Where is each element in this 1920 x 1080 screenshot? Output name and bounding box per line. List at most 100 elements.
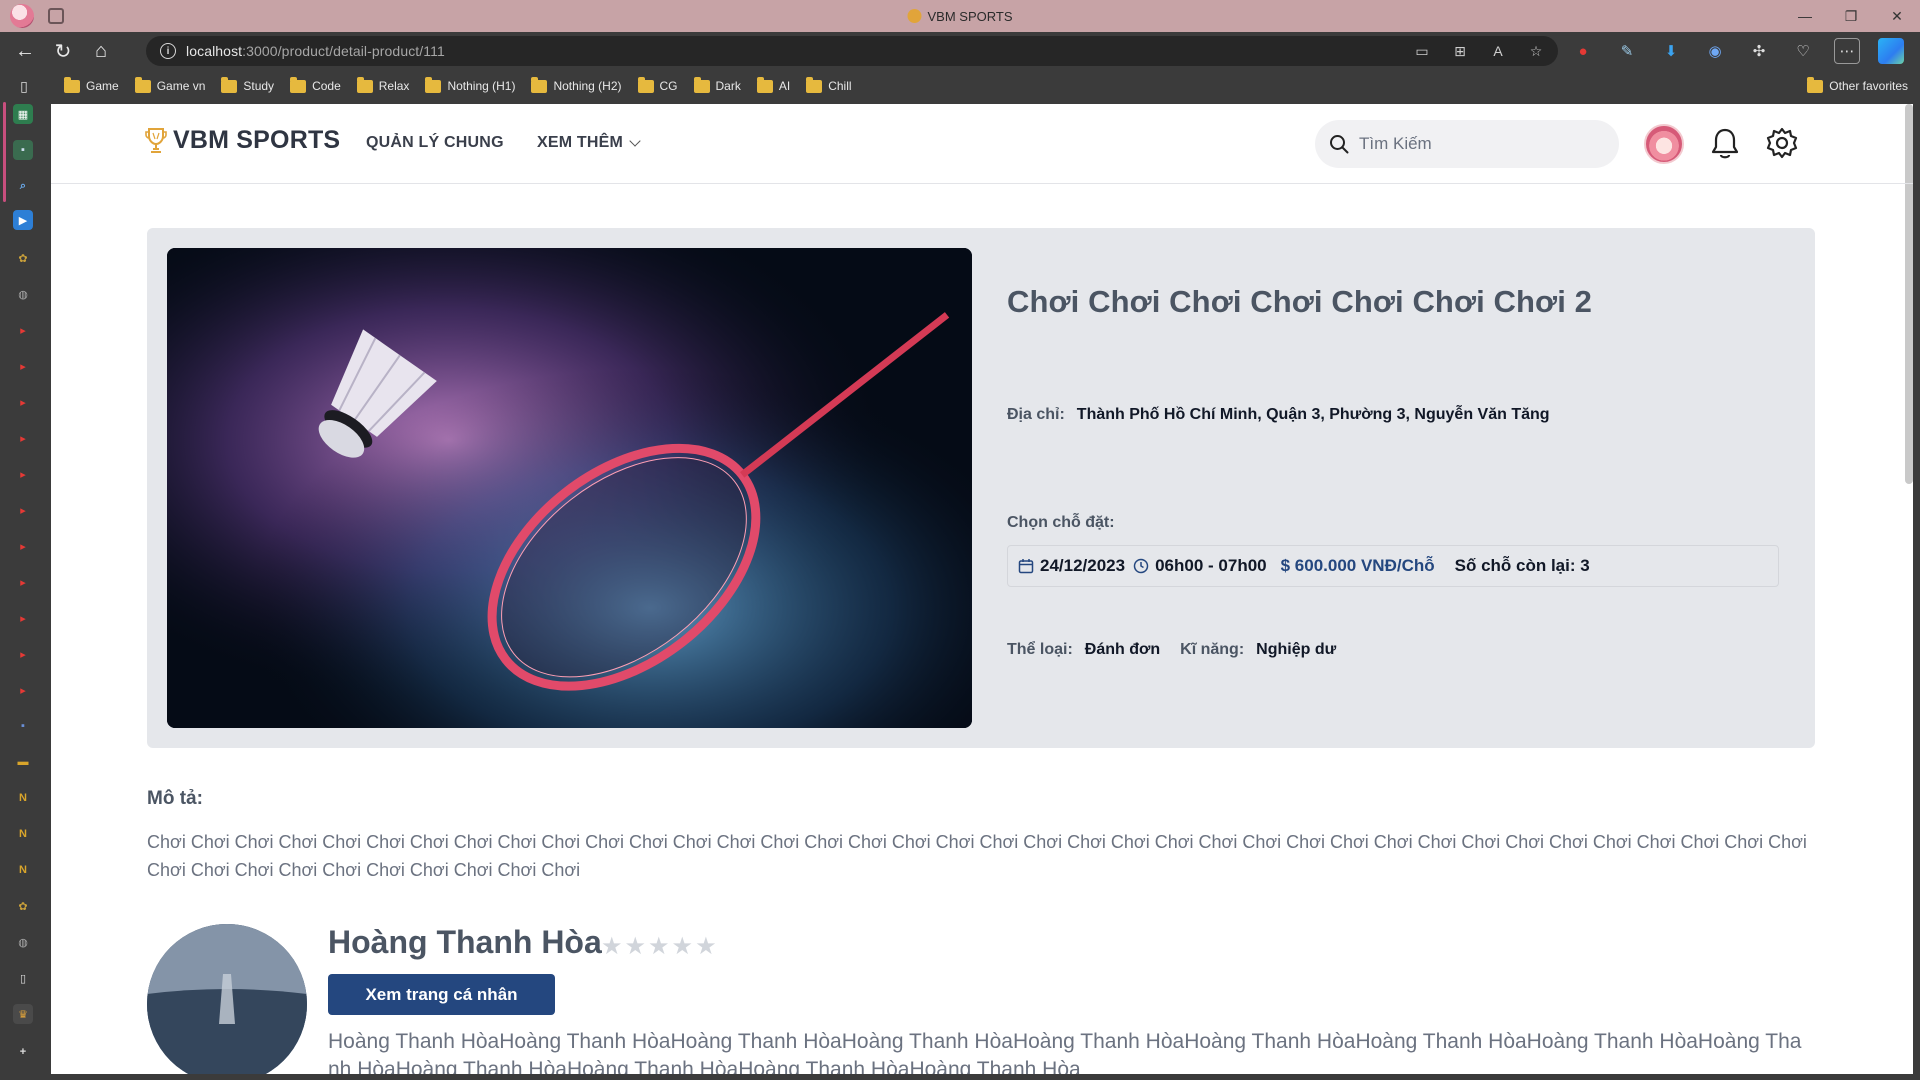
sidebar-app-icon[interactable]: ▪: [13, 140, 33, 160]
extension-red-icon[interactable]: ●: [1570, 38, 1596, 64]
app-available-icon[interactable]: ⊞: [1452, 43, 1468, 59]
extension-pen-icon[interactable]: ✎: [1614, 38, 1640, 64]
sidebar-app-icon[interactable]: N: [13, 824, 33, 844]
refresh-icon[interactable]: ↻: [44, 32, 82, 70]
sidebar-app-icon[interactable]: N: [13, 788, 33, 808]
extension-blue-icon[interactable]: ◉: [1702, 38, 1728, 64]
description-label: Mô tả:: [147, 788, 203, 809]
youtube-icon[interactable]: ▸: [13, 428, 33, 448]
trophy-app-icon[interactable]: ♛: [13, 1004, 33, 1024]
category-skill-row: Thể loại: Đánh đơn Kĩ năng: Nghiệp dư: [1007, 641, 1336, 659]
chrome-app-icon[interactable]: ◍: [13, 932, 33, 952]
trophy-icon: [145, 127, 167, 153]
sidebar-accent: [3, 102, 6, 202]
url-text[interactable]: localhost:3000/product/detail-product/11…: [186, 43, 445, 59]
skill-value: Nghiệp dư: [1256, 641, 1337, 658]
folder-icon: [221, 76, 238, 93]
sidebar-app-icon[interactable]: ▪: [13, 716, 33, 736]
web-page: VBM SPORTS QUẢN LÝ CHUNG XEM THÊM Tìm Ki…: [51, 104, 1913, 1074]
nav-general-management[interactable]: QUẢN LÝ CHUNG: [366, 134, 504, 152]
folder-icon: [693, 76, 710, 93]
youtube-icon[interactable]: ▸: [13, 608, 33, 628]
owner-bio: Hoàng Thanh HòaHoàng Thanh HòaHoàng Than…: [328, 1030, 1802, 1074]
bookmark-label: Nothing (H2): [553, 79, 622, 93]
tab-actions-icon[interactable]: [48, 8, 64, 24]
address-label: Địa chỉ:: [1007, 406, 1065, 423]
brand-name: VBM SPORTS: [173, 126, 341, 154]
site-logo[interactable]: VBM SPORTS: [145, 126, 340, 155]
slot-option[interactable]: 24/12/2023 06h00 - 07h00 $ 600.000 VNĐ/C…: [1007, 545, 1779, 587]
bookmark-label: AI: [778, 79, 791, 93]
settings-more-icon[interactable]: ⋯: [1834, 38, 1860, 64]
youtube-icon[interactable]: ▸: [13, 356, 33, 376]
bookmark-folder[interactable]: Chill: [806, 76, 852, 93]
sheets-app-icon[interactable]: ▦: [13, 104, 33, 124]
youtube-icon[interactable]: ▸: [13, 392, 33, 412]
sidebar-app-icon[interactable]: N: [13, 860, 33, 880]
youtube-icon[interactable]: ▸: [13, 536, 33, 556]
bookmark-folder[interactable]: Relax: [356, 76, 409, 93]
bookmark-folder[interactable]: Code: [290, 76, 341, 93]
browser-sidebar: ▦ ▪ ⌕ ▶ ✿ ◍ ▸ ▸ ▸ ▸ ▸ ▸ ▸ ▸ ▸ ▸ ▸ ▪ ▬ N …: [0, 102, 48, 1080]
folder-icon: [290, 76, 307, 93]
nav-more-label: XEM THÊM: [537, 134, 624, 151]
other-favorites[interactable]: Other favorites: [1807, 70, 1908, 102]
view-profile-button[interactable]: Xem trang cá nhân: [328, 974, 555, 1015]
bookmark-folder[interactable]: Study: [221, 76, 275, 93]
extensions-icon[interactable]: ✣: [1746, 38, 1772, 64]
favorite-star-icon[interactable]: ☆: [1528, 43, 1544, 59]
close-icon[interactable]: ✕: [1874, 0, 1920, 32]
owner-avatar-image: [147, 924, 307, 1074]
immersive-reader-icon[interactable]: ▭: [1414, 43, 1430, 59]
sidebar-app-icon[interactable]: ▬: [13, 752, 33, 772]
folder-icon: [64, 76, 80, 93]
sidebar-app-icon[interactable]: ✿: [13, 248, 33, 268]
profile-avatar-icon[interactable]: [10, 4, 34, 28]
window-titlebar: VBM SPORTS — ❐ ✕: [0, 0, 1920, 32]
bell-icon[interactable]: [1708, 126, 1742, 162]
search-box[interactable]: [1315, 120, 1619, 168]
owner-rating-stars: ★★★★★: [601, 933, 719, 960]
bookmark-label: CG: [659, 79, 678, 93]
read-aloud-icon[interactable]: A: [1490, 43, 1506, 59]
youtube-icon[interactable]: ▸: [13, 680, 33, 700]
site-info-icon[interactable]: i: [160, 43, 176, 59]
copilot-icon[interactable]: [1878, 38, 1904, 64]
download-icon[interactable]: ⬇: [1658, 38, 1684, 64]
browser-essentials-icon[interactable]: ♡: [1790, 38, 1816, 64]
youtube-icon[interactable]: ▸: [13, 464, 33, 484]
document-icon[interactable]: ▯: [13, 968, 33, 988]
search-sidebar-icon[interactable]: ⌕: [13, 176, 33, 196]
site-favicon-icon: [907, 9, 922, 23]
bookmark-folder[interactable]: Dark: [693, 76, 741, 93]
bookmark-folder[interactable]: Nothing (H1): [425, 76, 515, 93]
youtube-icon[interactable]: ▸: [13, 572, 33, 592]
user-avatar[interactable]: [1644, 124, 1684, 164]
bookmark-folder[interactable]: Game: [64, 76, 119, 93]
bookmark-folder[interactable]: CG: [637, 76, 678, 93]
sidebar-app-icon[interactable]: ✿: [13, 896, 33, 916]
bookmark-label: Study: [243, 79, 275, 93]
gear-icon[interactable]: [1765, 126, 1799, 160]
home-icon[interactable]: ⌂: [82, 32, 120, 70]
bookmark-label: Game: [86, 79, 119, 93]
nav-more-dropdown[interactable]: XEM THÊM: [537, 134, 641, 152]
bookmark-folder[interactable]: AI: [756, 76, 791, 93]
youtube-icon[interactable]: ▸: [13, 320, 33, 340]
folder-icon: [756, 76, 773, 93]
add-app-icon[interactable]: +: [13, 1042, 33, 1062]
url-field[interactable]: i localhost:3000/product/detail-product/…: [146, 36, 1558, 66]
chrome-app-icon[interactable]: ◍: [13, 284, 33, 304]
bookmark-folder[interactable]: Game vn: [134, 76, 205, 93]
youtube-icon[interactable]: ▸: [13, 644, 33, 664]
restore-icon[interactable]: ❐: [1828, 0, 1874, 32]
address-value: Thành Phố Hồ Chí Minh, Quận 3, Phường 3,…: [1076, 406, 1550, 423]
bookmark-folder[interactable]: Nothing (H2): [531, 76, 622, 93]
other-favorites-label: Other favorites: [1829, 79, 1908, 93]
minimize-icon[interactable]: —: [1782, 0, 1828, 32]
vertical-tabs-icon[interactable]: ▯: [0, 70, 48, 102]
search-input[interactable]: [1359, 134, 1599, 154]
youtube-icon[interactable]: ▸: [13, 500, 33, 520]
media-app-icon[interactable]: ▶: [13, 210, 33, 230]
back-icon[interactable]: ←: [6, 32, 44, 70]
